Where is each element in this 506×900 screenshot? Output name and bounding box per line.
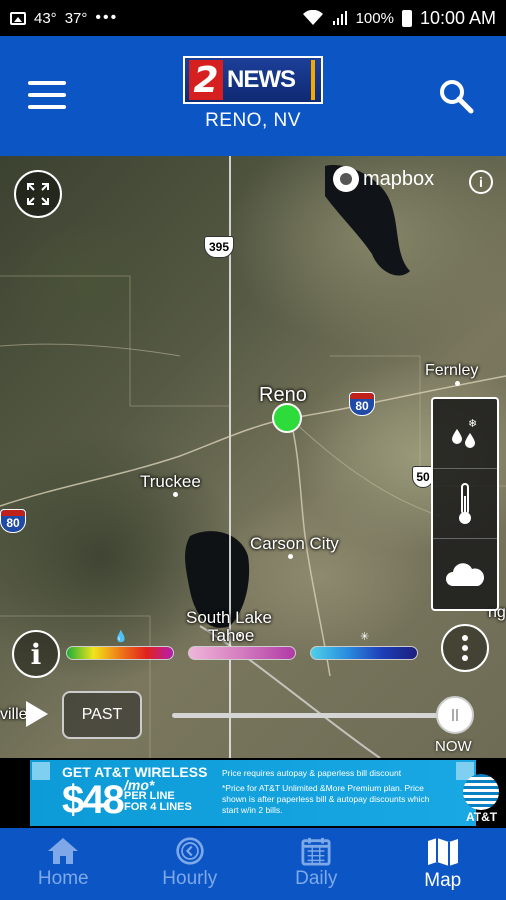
location-title: RENO, NV [205,110,301,131]
nav-daily[interactable]: Daily [253,828,380,900]
more-notifications-icon: ••• [95,9,119,26]
fernley-dot [455,381,460,386]
ad-choices-icon[interactable] [32,762,50,780]
nav-map-label: Map [424,870,462,891]
logo-stripe [311,60,315,100]
ad-price: $48 [62,778,125,822]
status-right: 100% 10:00 AM [302,8,496,29]
mapbox-attribution: mapbox [333,166,434,192]
nav-hourly-label: Hourly [162,868,218,889]
timeline-track[interactable] [172,713,442,718]
rain-drop-icon: 💧 [114,631,128,643]
ad-per-line: /mo* PER LINE FOR 4 LINES [124,777,192,813]
timeline-thumb[interactable] [436,696,474,734]
map-attribution-info-button[interactable]: i [469,170,493,194]
nav-home[interactable]: Home [0,828,127,900]
layer-temperature[interactable] [433,469,497,539]
status-temp-1: 43° [34,9,57,27]
status-bar: 43° 37° ••• 100% 10:00 AM [0,0,506,36]
radar-map[interactable]: mapbox i 395 80 80 50 Reno Truckee Carso… [0,156,506,758]
legend-rain-bar [66,646,174,660]
bottom-navigation: Home Hourly Daily Map [0,828,506,900]
menu-button[interactable] [28,81,66,109]
layer-selector: ❄ [431,397,499,611]
thermometer-icon [459,482,471,524]
layer-winter-precip[interactable]: ❄ [433,399,497,469]
legend-info-button[interactable]: i [12,630,60,678]
search-icon[interactable] [438,78,474,114]
svg-text:❄: ❄ [468,417,477,430]
label-carson-city: Carson City [250,534,339,553]
att-globe-icon [463,774,499,810]
menu-icon [28,81,66,85]
label-south-lake-tahoe-2: Tahoe [208,626,255,645]
app-header: 2 NEWS RENO, NV [0,36,506,156]
nav-hourly[interactable]: Hourly [127,828,254,900]
nav-map[interactable]: Map [380,828,506,900]
image-notification-icon [10,11,26,25]
status-temp-2: 37° [64,9,88,27]
status-time: 10:00 AM [419,7,496,28]
map-icon [427,838,458,866]
i-80-east-shield: 80 [349,392,375,416]
i-80-west-shield: 80 [0,509,26,533]
now-label: NOW [435,738,472,755]
layer-clouds[interactable] [433,539,497,609]
calendar-icon [301,837,331,866]
logo-number: 2 [189,60,223,101]
ad-brand: AT&T [466,810,498,824]
ad-banner[interactable]: GET AT&T WIRELESS $48 /mo* PER LINE FOR … [0,758,506,828]
past-button[interactable]: PAST [62,691,142,739]
fullscreen-button[interactable] [14,170,62,218]
more-options-button[interactable] [441,624,489,672]
status-left: 43° 37° ••• [10,9,118,27]
winter-precip-icon: ❄ [452,417,477,448]
mapbox-text: mapbox [363,167,435,190]
battery-icon [401,9,412,27]
legend-mix-bar [188,646,296,660]
wifi-icon [302,10,323,25]
legend-snow-bar [310,646,418,660]
label-truckee: Truckee [140,472,201,491]
us-395-shield: 395 [204,236,234,258]
home-icon [48,838,79,864]
mix-icon: • [238,630,242,642]
carson-city-dot [288,554,293,559]
battery-percent: 100% [355,9,394,27]
ad-fine-print: Price requires autopay & paperless bill … [222,768,430,815]
ad-creative[interactable]: GET AT&T WIRELESS $48 /mo* PER LINE FOR … [30,760,499,826]
label-south-lake-tahoe: South Lake [186,608,273,627]
cloud-icon [446,563,485,586]
snow-icon: ✳ [360,631,370,643]
signal-icon [332,11,347,25]
label-partial-left: ville [0,706,28,723]
more-vert-icon [462,635,468,641]
current-location-marker[interactable] [272,403,302,433]
label-fernley: Fernley [425,362,479,379]
expand-icon [27,183,49,205]
station-logo: 2 NEWS [183,56,323,104]
nav-home-label: Home [37,868,89,889]
logo-text: NEWS [227,66,296,93]
mapbox-logo-icon [333,166,359,192]
play-icon[interactable] [26,701,48,727]
truckee-dot [173,492,178,497]
clock-icon [176,837,204,865]
nav-daily-label: Daily [295,868,338,889]
